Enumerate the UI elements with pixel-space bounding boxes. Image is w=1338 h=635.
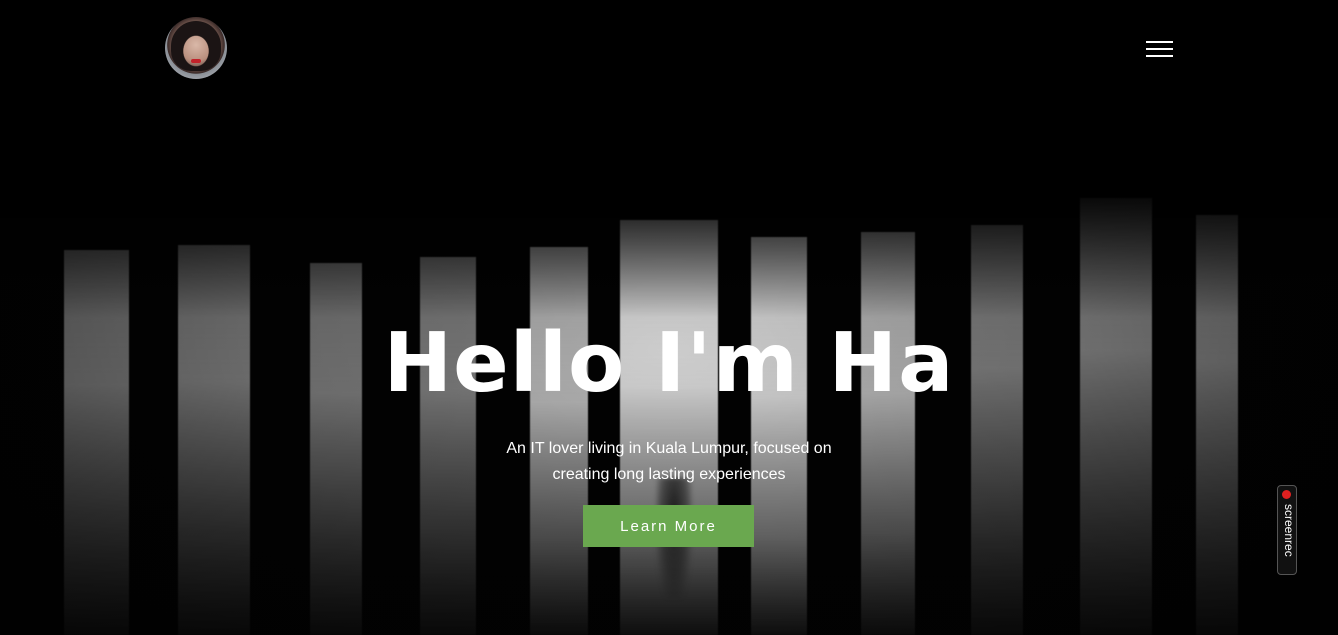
avatar[interactable]: [165, 17, 227, 79]
record-dot-icon: [1282, 490, 1291, 499]
screenrec-label: screenrec: [1282, 504, 1296, 557]
learn-more-button[interactable]: Learn More: [583, 505, 754, 547]
hero-subtitle-line-2: creating long lasting experiences: [552, 466, 786, 483]
hero-subtitle: An IT lover living in Kuala Lumpur, focu…: [469, 436, 869, 488]
screenrec-badge[interactable]: screenrec: [1277, 485, 1297, 575]
hero-section: Hello I'm Ha An IT lover living in Kuala…: [0, 0, 1338, 635]
hamburger-menu-icon[interactable]: [1146, 40, 1173, 58]
hero-subtitle-line-1: An IT lover living in Kuala Lumpur, focu…: [506, 440, 832, 457]
hero-title: Hello I'm Ha: [383, 316, 955, 411]
